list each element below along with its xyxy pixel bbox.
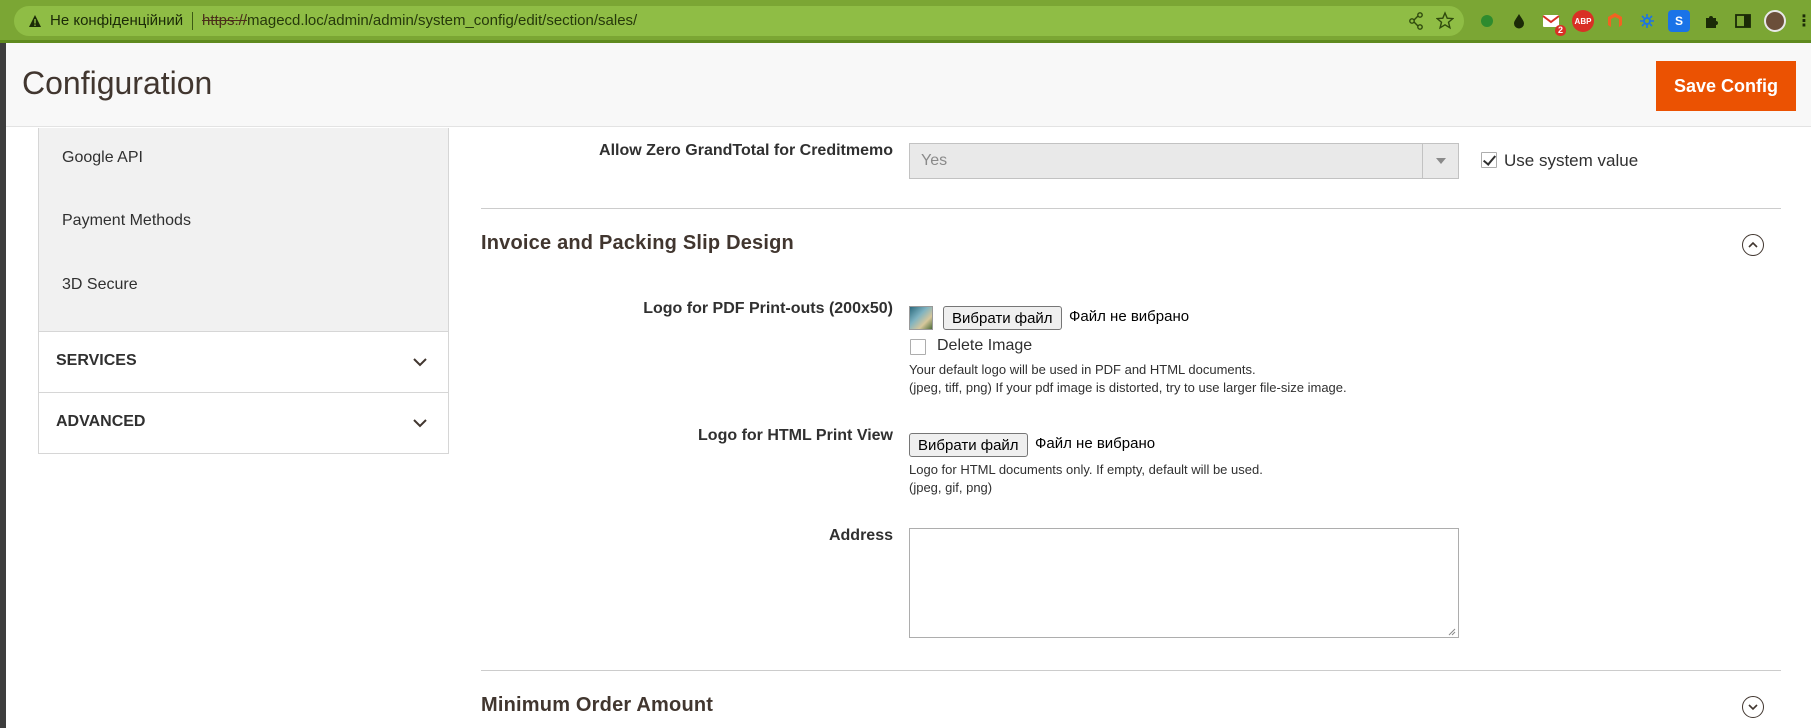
- extensions-bar: 2 ABP S ⋮: [1476, 8, 1811, 36]
- warning-icon[interactable]: [28, 14, 42, 28]
- html-logo-choose-file-button[interactable]: Вибрати файл: [909, 433, 1028, 457]
- min-order-section-title[interactable]: Minimum Order Amount: [481, 694, 713, 717]
- html-logo-note-line2: (jpeg, gif, png): [909, 480, 993, 495]
- gmail-extension-icon[interactable]: 2: [1540, 10, 1566, 36]
- puzzle-extensions-icon[interactable]: [1700, 10, 1722, 32]
- chevron-down-icon: [413, 358, 427, 367]
- page-title: Configuration: [22, 65, 213, 101]
- address-bar[interactable]: Не конфіденційний https://magecd.loc/adm…: [14, 6, 1464, 36]
- chevron-down-icon: [1748, 704, 1758, 711]
- pdf-logo-thumbnail[interactable]: [909, 306, 933, 330]
- resize-grip-icon[interactable]: [1448, 628, 1456, 636]
- delete-image-checkbox[interactable]: [910, 339, 926, 355]
- save-config-button[interactable]: Save Config: [1656, 61, 1796, 111]
- pdf-logo-label-col: Logo for PDF Print-outs (200x50): [481, 300, 893, 324]
- pdf-logo-note-line2: (jpeg, tiff, png) If your pdf image is d…: [909, 380, 1347, 395]
- sidebar-item-google-api[interactable]: Google API: [62, 149, 143, 167]
- config-main: Allow Zero GrandTotal for Creditmemo Yes…: [481, 128, 1781, 728]
- sidebar-section-label: ADVANCED: [56, 413, 146, 430]
- green-dot-extension-icon[interactable]: [1476, 10, 1498, 32]
- share-icon[interactable]: [1408, 11, 1424, 31]
- security-status[interactable]: Не конфіденційний: [50, 12, 183, 29]
- use-system-value-checkbox[interactable]: [1481, 152, 1497, 168]
- section-toggle-button[interactable]: [1742, 234, 1764, 256]
- select-value: Yes: [921, 152, 948, 169]
- adblock-plus-icon[interactable]: ABP: [1572, 10, 1594, 32]
- pdf-logo-file-status: Файл не вибрано: [1069, 308, 1190, 325]
- url-text[interactable]: https://magecd.loc/admin/admin/system_co…: [202, 12, 637, 29]
- s-extension-label: S: [1674, 14, 1683, 28]
- address-textarea[interactable]: [909, 528, 1459, 638]
- side-panel-icon[interactable]: [1732, 10, 1754, 32]
- section-divider: [481, 208, 1781, 209]
- sidebar-item-payment-methods[interactable]: Payment Methods: [62, 212, 191, 230]
- url-path: magecd.loc/admin/admin/system_config/edi…: [247, 12, 638, 29]
- html-logo-label-col: Logo for HTML Print View: [481, 427, 893, 451]
- zero-grandtotal-select[interactable]: Yes: [909, 143, 1459, 179]
- droplet-extension-icon[interactable]: [1508, 10, 1530, 32]
- omnibox-divider: [192, 12, 193, 30]
- url-scheme: https://: [202, 12, 248, 29]
- section-toggle-button[interactable]: [1742, 696, 1764, 718]
- pdf-logo-note-line1: Your default logo will be used in PDF an…: [909, 362, 1256, 377]
- magento-extension-icon[interactable]: [1604, 10, 1626, 32]
- dropdown-arrow-icon: [1436, 158, 1446, 164]
- browser-toolbar: Не конфіденційний https://magecd.loc/adm…: [0, 0, 1811, 43]
- sales-subsection-list: Google API Payment Methods 3D Secure: [38, 128, 449, 332]
- section-divider: [481, 670, 1781, 671]
- page-header: Configuration Save Config: [0, 43, 1811, 127]
- sidebar-item-3d-secure[interactable]: 3D Secure: [62, 276, 138, 294]
- config-sidebar: Google API Payment Methods 3D Secure SER…: [38, 128, 449, 454]
- address-label: Address: [828, 527, 893, 544]
- select-arrow-box: [1422, 144, 1458, 178]
- pdf-logo-choose-file-button[interactable]: Вибрати файл: [943, 306, 1062, 330]
- chevron-down-icon: [413, 419, 427, 428]
- sidebar-section-label: SERVICES: [56, 352, 137, 369]
- html-logo-note-line1: Logo for HTML documents only. If empty, …: [909, 462, 1263, 477]
- html-logo-file-status: Файл не вибрано: [1035, 435, 1156, 452]
- zero-grandtotal-label: Allow Zero GrandTotal for Creditmemo: [599, 142, 893, 159]
- sidebar-section-advanced[interactable]: ADVANCED: [38, 393, 449, 454]
- invoice-section-title[interactable]: Invoice and Packing Slip Design: [481, 232, 794, 255]
- settings-gear-extension-icon[interactable]: [1636, 10, 1658, 32]
- bookmark-star-icon[interactable]: [1436, 11, 1454, 31]
- gmail-unread-badge: 2: [1554, 25, 1566, 36]
- admin-menu-edge: [0, 43, 6, 728]
- pdf-logo-label: Logo for PDF Print-outs (200x50): [643, 300, 893, 317]
- html-logo-label: Logo for HTML Print View: [698, 427, 893, 444]
- s-extension-icon[interactable]: S: [1668, 10, 1690, 32]
- address-label-col: Address: [481, 527, 893, 551]
- zero-grandtotal-label-col: Allow Zero GrandTotal for Creditmemo: [481, 142, 893, 172]
- browser-menu-icon[interactable]: ⋮: [1796, 11, 1811, 31]
- adblock-label: ABP: [1574, 16, 1592, 26]
- delete-image-label[interactable]: Delete Image: [937, 337, 1032, 355]
- profile-avatar[interactable]: [1764, 10, 1786, 32]
- use-system-value-label[interactable]: Use system value: [1504, 151, 1638, 171]
- chevron-up-icon: [1748, 241, 1758, 248]
- sidebar-section-services[interactable]: SERVICES: [38, 332, 449, 393]
